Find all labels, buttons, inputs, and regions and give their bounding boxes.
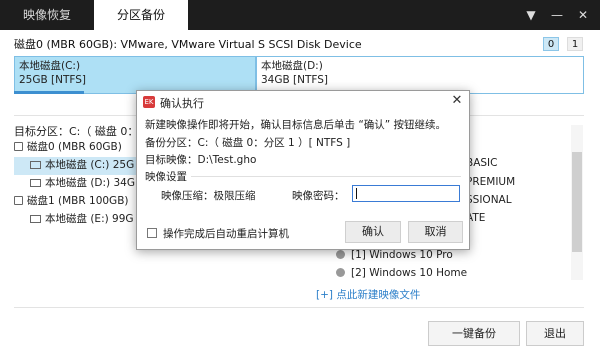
source-value: C:（ 磁盘 0：分区 1 ）[ NTFS ] (197, 137, 351, 149)
tree-partition-d[interactable]: 本地磁盘 (D:) 34G (30, 175, 135, 192)
close-button[interactable]: ✕ (566, 0, 600, 30)
confirm-button[interactable]: 确认 (345, 221, 401, 243)
tree-disk1[interactable]: 磁盘1 (MBR 100GB) (14, 193, 129, 210)
partition-c-name: 本地磁盘(C:) (19, 60, 81, 72)
app-logo-icon: EK (143, 96, 155, 108)
tree-partition-d-label: 本地磁盘 (D:) 34G (45, 177, 135, 189)
compress-label: 映像压缩： (161, 190, 214, 202)
dialog-title: 确认执行 (160, 97, 204, 110)
partition-c[interactable]: 本地磁盘(C:) 25GB [NTFS] (14, 56, 256, 94)
edition-item[interactable]: BASIC (466, 155, 497, 172)
target-row: 目标映像：D:\Test.gho (145, 152, 256, 167)
partition-c-usage-bar (14, 91, 84, 94)
cancel-button[interactable]: 取消 (408, 221, 463, 243)
tree-disk0[interactable]: 磁盘0 (MBR 60GB) (14, 139, 122, 156)
settings-divider (191, 176, 461, 177)
restart-checkbox[interactable] (147, 228, 157, 238)
add-image-link[interactable]: [+] 点此新建映像文件 (316, 287, 420, 302)
edition-item[interactable]: SSIONAL (466, 192, 512, 209)
scrollbar-thumb[interactable] (572, 152, 582, 252)
image-item-label: [1] Windows 10 Pro (351, 249, 453, 261)
exit-button[interactable]: 退出 (526, 321, 584, 346)
partition-d[interactable]: 本地磁盘(D:) 34GB [NTFS] (256, 56, 584, 94)
restart-label[interactable]: 操作完成后自动重启计算机 (163, 226, 289, 241)
partition-icon (30, 179, 41, 187)
compress-row: 映像压缩：极限压缩 (161, 188, 256, 203)
disk-icon (14, 142, 23, 151)
source-row: 备份分区：C:（ 磁盘 0：分区 1 ）[ NTFS ] (145, 135, 350, 150)
partition-d-name: 本地磁盘(D:) (261, 60, 323, 72)
password-label: 映像密码： (292, 190, 345, 202)
text-caret (356, 188, 357, 199)
tree-partition-c-label: 本地磁盘 (C:) 25G (45, 159, 135, 171)
compress-value[interactable]: 极限压缩 (214, 190, 256, 202)
image-icon (336, 268, 345, 277)
tree-partition-e[interactable]: 本地磁盘 (E:) 99G (30, 211, 134, 228)
tab-image-restore[interactable]: 映像恢复 (0, 0, 94, 30)
partition-icon (30, 215, 41, 223)
tree-partition-e-label: 本地磁盘 (E:) 99G (45, 213, 134, 225)
partition-c-info: 25GB [NTFS] (19, 74, 87, 86)
edition-item[interactable]: PREMIUM (466, 174, 515, 191)
disk0-title: 磁盘0 (MBR 60GB): VMware, VMware Virtual S… (14, 38, 362, 51)
disk-page-0-button[interactable]: 0 (543, 37, 559, 51)
password-input[interactable] (352, 185, 460, 202)
partition-icon (30, 161, 41, 169)
source-label: 备份分区： (145, 137, 198, 149)
tree-disk0-label: 磁盘0 (MBR 60GB) (27, 141, 122, 153)
dialog-message: 新建映像操作即将开始，确认目标信息后单击 “确认” 按钮继续。 (145, 119, 447, 131)
target-label: 目标映像： (145, 154, 198, 166)
tree-disk1-label: 磁盘1 (MBR 100GB) (27, 195, 129, 207)
disk-icon (14, 196, 23, 205)
image-item[interactable]: [2] Windows 10 Home (336, 265, 467, 282)
one-click-backup-button[interactable]: 一键备份 (428, 321, 520, 346)
tab-partition-backup[interactable]: 分区备份 (94, 0, 188, 30)
dialog-close-icon[interactable]: ✕ (449, 93, 465, 109)
partition-d-info: 34GB [NTFS] (261, 74, 329, 86)
image-item-label: [2] Windows 10 Home (351, 267, 468, 279)
tree-partition-c[interactable]: 本地磁盘 (C:) 25G (30, 157, 134, 174)
disk-page-1-button[interactable]: 1 (567, 37, 583, 51)
settings-heading: 映像设置 (145, 171, 187, 183)
divider (14, 307, 584, 308)
target-partition-label: 目标分区：C:（ 磁盘 0： (14, 125, 139, 138)
confirm-dialog: EK 确认执行 ✕ 新建映像操作即将开始，确认目标信息后单击 “确认” 按钮继续… (136, 90, 470, 250)
target-value: D:\Test.gho (197, 154, 257, 166)
image-icon (336, 250, 345, 259)
